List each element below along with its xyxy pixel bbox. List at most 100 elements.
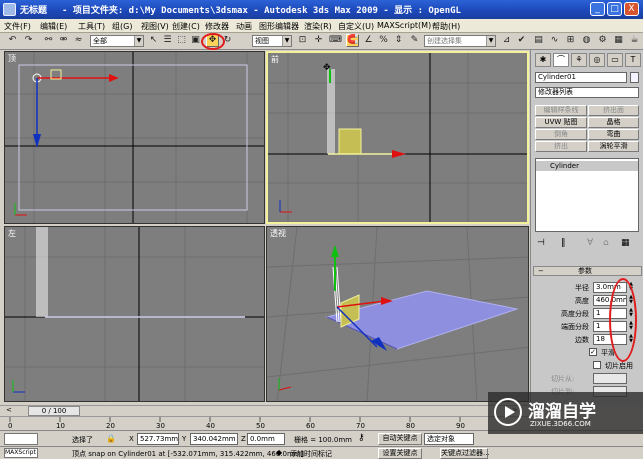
align-icon[interactable]: ✔ [515, 34, 528, 47]
close-button[interactable]: X [624, 2, 639, 16]
menu-file[interactable]: 文件(F) [4, 21, 31, 32]
curve-editor-icon[interactable]: ∿ [548, 34, 561, 47]
viewport-front[interactable]: ✥ 前 [266, 51, 529, 224]
edit-spline-button[interactable]: 编辑样条线 [535, 105, 587, 116]
edit-named-selection-icon[interactable]: ✎ [408, 34, 421, 47]
material-editor-icon[interactable]: ◍ [580, 34, 593, 47]
lattice-button[interactable]: 晶格 [588, 117, 639, 128]
viewport-left-label[interactable]: 左 [8, 228, 16, 239]
minimize-button[interactable]: _ [590, 2, 605, 16]
menu-customize[interactable]: 自定义(U) [338, 21, 374, 32]
make-unique-icon[interactable]: ∀ [587, 238, 593, 248]
menu-rendering[interactable]: 渲染(R) [304, 21, 332, 32]
spinner-snap-icon[interactable]: ⇕ [392, 34, 405, 47]
selection-filter-dropdown[interactable]: 全部 ▼ [90, 35, 144, 47]
set-key-button[interactable]: 设置关键点 [378, 448, 422, 459]
slice-on-checkbox[interactable] [593, 361, 601, 369]
menu-tools[interactable]: 工具(T) [78, 21, 105, 32]
time-slider[interactable]: < 0 / 100 > [0, 405, 530, 416]
key-icon[interactable]: ⚷ [358, 433, 372, 445]
mirror-icon[interactable]: ⊿ [500, 34, 513, 47]
snap-toggle-icon[interactable]: 🧲 [346, 34, 359, 47]
redo-icon[interactable]: ↷ [22, 34, 35, 47]
render-setup-icon[interactable]: ⚙ [596, 34, 609, 47]
add-time-tag-label[interactable]: 添加时间标记 [290, 449, 332, 459]
undo-icon[interactable]: ↶ [6, 34, 19, 47]
maximize-button[interactable]: □ [607, 2, 622, 16]
unlink-icon[interactable]: ⚮ [57, 34, 70, 47]
viewport-top-label[interactable]: 顶 [8, 53, 16, 64]
menu-views[interactable]: 视图(V) [141, 21, 169, 32]
viewport-left[interactable]: 左 [4, 226, 265, 402]
menu-animation[interactable]: 动画 [236, 21, 252, 32]
prev-frame-icon[interactable]: < [6, 406, 18, 416]
parameters-rollout-header[interactable]: − 参数 [533, 266, 642, 276]
viewport-perspective-label[interactable]: 透视 [270, 228, 286, 239]
viewport-front-label[interactable]: 前 [271, 54, 279, 65]
menu-edit[interactable]: 编辑(E) [40, 21, 67, 32]
modifier-stack[interactable]: Cylinder [535, 158, 639, 232]
selection-lock-icon[interactable]: 🔒 [106, 434, 116, 444]
configure-sets-icon[interactable]: ▦ [621, 238, 630, 248]
pivot-icon[interactable]: ⊡ [296, 34, 309, 47]
link-icon[interactable]: ⚯ [42, 34, 55, 47]
quick-render-icon[interactable]: ☕ [628, 34, 641, 47]
slice-from-field[interactable] [593, 373, 627, 384]
time-slider-thumb[interactable]: 0 / 100 [28, 406, 80, 416]
auto-key-button[interactable]: 自动关键点 [378, 433, 422, 445]
select-object-icon[interactable]: ↖ [147, 34, 160, 47]
show-end-result-icon[interactable]: ‖ [561, 238, 566, 248]
reference-coordinate-dropdown[interactable]: 视图 ▼ [252, 35, 292, 47]
reference-coordinate-value: 视图 [255, 37, 269, 45]
schematic-view-icon[interactable]: ⊞ [564, 34, 577, 47]
chevron-down-icon: ▼ [134, 36, 143, 46]
extrude-button[interactable]: 挤出 [535, 141, 587, 152]
add-time-tag-icon[interactable]: ◆ [276, 448, 286, 458]
create-tab-icon[interactable]: ✱ [535, 53, 551, 67]
keyboard-shortcut-icon[interactable]: ⌨ [328, 34, 342, 47]
object-color-swatch[interactable] [630, 72, 639, 83]
angle-snap-icon[interactable]: ∠ [362, 34, 375, 47]
z-coordinate-field[interactable]: 0.0mm [247, 433, 285, 445]
menu-maxscript[interactable]: MAXScript(M) [377, 21, 431, 30]
bind-space-warp-icon[interactable]: ≈ [72, 34, 85, 47]
viewport-perspective[interactable]: 透视 [266, 226, 529, 402]
smooth-checkbox[interactable]: ✓ [589, 348, 597, 356]
percent-snap-icon[interactable]: % [377, 34, 390, 47]
selected-object-dropdown[interactable]: 选定对象 [424, 433, 474, 445]
layer-manager-icon[interactable]: ▤ [532, 34, 545, 47]
menu-help[interactable]: 帮助(H) [432, 21, 460, 32]
bevel-button[interactable]: 倒角 [535, 129, 587, 140]
stack-item-cylinder[interactable]: Cylinder [536, 161, 638, 171]
menu-graph-editors[interactable]: 图形编辑器 [259, 21, 299, 32]
named-selection-dropdown[interactable]: 创建选择集 ▼ [424, 35, 496, 47]
maxscript-listener[interactable]: MAXScript [4, 448, 38, 458]
uvw-map-button[interactable]: UVW 贴图 [535, 117, 587, 128]
render-frame-icon[interactable]: ▦ [612, 34, 625, 47]
menu-modifiers[interactable]: 修改器 [205, 21, 229, 32]
y-coordinate-field[interactable]: 340.042mm [190, 433, 238, 445]
turbosmooth-button[interactable]: 涡轮平滑 [588, 141, 639, 152]
extrude-face-button[interactable]: 挤出面 [588, 105, 639, 116]
x-coordinate-field[interactable]: 527.73mm [137, 433, 179, 445]
object-name-field[interactable]: Cylinder01 [535, 72, 627, 83]
viewport-top[interactable]: 顶 [4, 51, 265, 224]
menu-create[interactable]: 创建(C) [172, 21, 200, 32]
remove-modifier-icon[interactable]: ⌂ [603, 238, 609, 248]
rect-selection-icon[interactable]: ⬚ [175, 34, 188, 47]
track-tick-70: 70 [356, 422, 365, 430]
bend-button[interactable]: 弯曲 [588, 129, 639, 140]
modify-tab-icon[interactable]: ⌒ [553, 53, 569, 67]
key-filters-button[interactable]: 关键点过滤器... [440, 448, 490, 459]
display-tab-icon[interactable]: ▭ [607, 53, 623, 67]
track-bar[interactable]: 0 10 20 30 40 50 60 70 80 90 [0, 416, 530, 430]
hierarchy-tab-icon[interactable]: ⚘ [571, 53, 587, 67]
menu-group[interactable]: 组(G) [112, 21, 132, 32]
maxscript-mini-listener-pink[interactable] [4, 433, 38, 445]
select-manipulate-icon[interactable]: ✛ [312, 34, 325, 47]
modifier-list-dropdown[interactable]: 修改器列表 [535, 87, 639, 98]
pin-stack-icon[interactable]: ⊣ [537, 238, 545, 248]
motion-tab-icon[interactable]: ◎ [589, 53, 605, 67]
select-by-name-icon[interactable]: ☰ [161, 34, 174, 47]
utilities-tab-icon[interactable]: T [625, 53, 641, 67]
